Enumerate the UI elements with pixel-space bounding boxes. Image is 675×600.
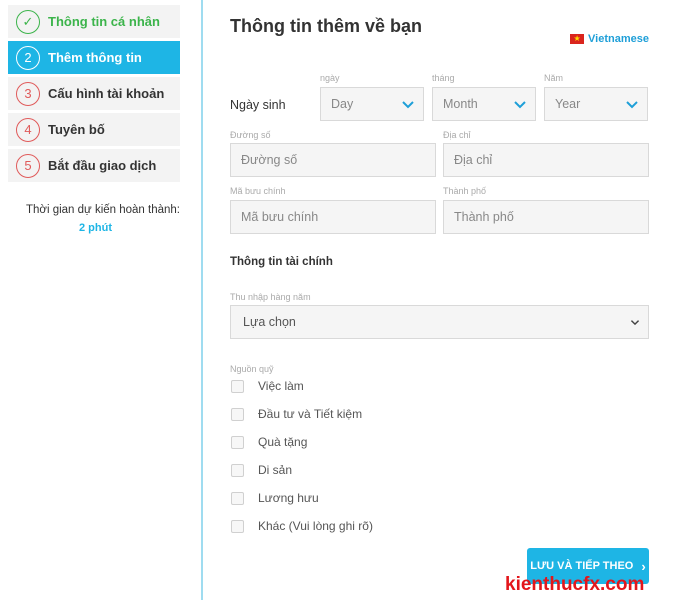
city-placeholder: Thành phố	[454, 210, 514, 224]
dob-label: Ngày sinh	[230, 98, 286, 112]
chevron-down-icon	[626, 101, 638, 109]
postal-label: Mã bưu chính	[230, 186, 286, 196]
step-number: 4	[16, 117, 40, 142]
address-input[interactable]: Địa chỉ	[443, 143, 649, 177]
street-placeholder: Đường số	[241, 153, 298, 167]
step-personal-info[interactable]: ✓ Thông tin cá nhân	[8, 5, 180, 38]
step-label: Cấu hình tài khoản	[48, 86, 165, 101]
checkbox-label: Di sản	[258, 463, 293, 477]
address-placeholder: Địa chỉ	[454, 153, 493, 167]
save-button-label: LƯU VÀ TIẾP THEO	[530, 560, 634, 572]
step-label: Thêm thông tin	[48, 50, 142, 65]
source-label: Nguồn quỹ	[230, 364, 274, 374]
city-label: Thành phố	[443, 186, 487, 196]
check-icon: ✓	[16, 9, 40, 34]
page-title: Thông tin thêm về bạn	[230, 16, 422, 36]
source-other-checkbox[interactable]: Khác (Vui lòng ghi rõ)	[231, 519, 373, 533]
estimate-label: Thời gian dự kiến hoàn thành:	[26, 204, 180, 216]
checkbox[interactable]	[231, 519, 244, 533]
day-select[interactable]: Day	[320, 87, 424, 121]
month-select[interactable]: Month	[432, 87, 536, 121]
checkbox-label: Quà tặng	[258, 435, 308, 449]
postal-placeholder: Mã bưu chính	[241, 210, 319, 224]
source-investment-checkbox[interactable]: Đầu tư và Tiết kiệm	[231, 407, 362, 421]
step-account-config[interactable]: 3 Cấu hình tài khoản	[8, 77, 180, 110]
month-value: Month	[443, 97, 478, 111]
language-label: Vietnamese	[588, 33, 649, 45]
checkbox[interactable]	[231, 463, 244, 477]
source-inheritance-checkbox[interactable]: Di sản	[231, 463, 292, 477]
watermark: kienthucfx.com	[505, 574, 645, 595]
chevron-down-icon	[630, 320, 640, 326]
checkbox-label: Lương hưu	[258, 491, 319, 505]
step-number: 3	[16, 81, 40, 106]
income-label: Thu nhập hàng năm	[230, 292, 311, 302]
street-label: Đường số	[230, 130, 271, 140]
city-input[interactable]: Thành phố	[443, 200, 649, 234]
checkbox[interactable]	[231, 435, 244, 449]
day-label: ngày	[320, 73, 340, 83]
step-number: 5	[16, 153, 40, 178]
postal-input[interactable]: Mã bưu chính	[230, 200, 436, 234]
step-more-info[interactable]: 2 Thêm thông tin	[8, 41, 180, 74]
year-select[interactable]: Year	[544, 87, 648, 121]
step-label: Thông tin cá nhân	[48, 14, 160, 29]
estimate-value: 2 phút	[79, 222, 112, 234]
source-pension-checkbox[interactable]: Lương hưu	[231, 491, 319, 505]
checkbox-label: Việc làm	[258, 379, 304, 393]
checkbox[interactable]	[231, 491, 244, 505]
step-number: 2	[16, 45, 40, 70]
income-value: Lựa chọn	[243, 315, 296, 329]
step-start-trading[interactable]: 5 Bắt đầu giao dịch	[8, 149, 180, 182]
language-selector[interactable]: ★ Vietnamese	[570, 33, 649, 45]
year-label: Năm	[544, 73, 564, 83]
source-gift-checkbox[interactable]: Quà tặng	[231, 435, 307, 449]
checkbox-label: Đầu tư và Tiết kiệm	[258, 407, 363, 421]
year-value: Year	[555, 97, 581, 111]
income-select[interactable]: Lựa chọn	[230, 305, 649, 339]
source-employment-checkbox[interactable]: Việc làm	[231, 379, 304, 393]
step-declaration[interactable]: 4 Tuyên bố	[8, 113, 180, 146]
step-label: Tuyên bố	[48, 122, 105, 137]
month-label: tháng	[432, 73, 455, 83]
finance-section-title: Thông tin tài chính	[230, 256, 333, 268]
street-input[interactable]: Đường số	[230, 143, 436, 177]
chevron-down-icon	[402, 101, 414, 109]
progress-sidebar: ✓ Thông tin cá nhân 2 Thêm thông tin 3 C…	[0, 0, 190, 600]
checkbox[interactable]	[231, 407, 244, 421]
checkbox[interactable]	[231, 379, 244, 393]
step-label: Bắt đầu giao dịch	[48, 158, 157, 173]
chevron-right-icon: ›	[641, 558, 646, 574]
vertical-divider	[201, 0, 203, 600]
day-value: Day	[331, 97, 354, 111]
vietnam-flag-icon: ★	[570, 34, 585, 44]
address-label: Địa chỉ	[443, 130, 471, 140]
checkbox-label: Khác (Vui lòng ghi rõ)	[258, 519, 373, 533]
chevron-down-icon	[514, 101, 526, 109]
